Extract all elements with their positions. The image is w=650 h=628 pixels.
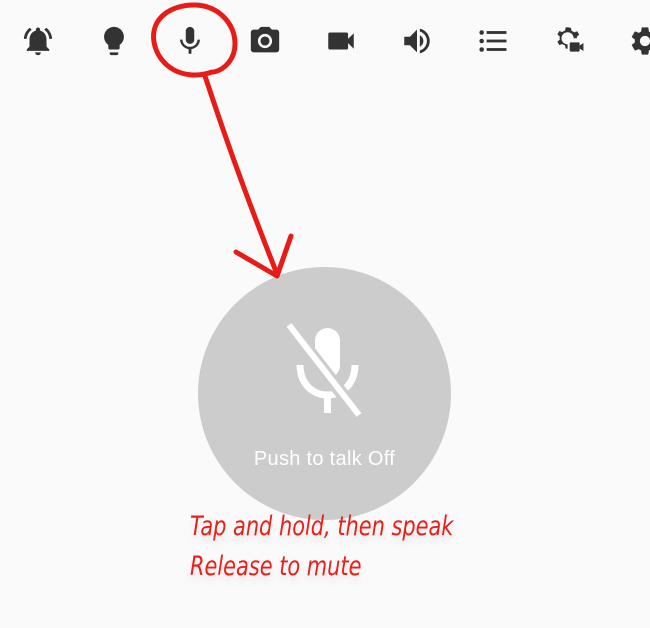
video-button[interactable]	[322, 22, 360, 60]
alarm-bell-icon	[23, 27, 53, 56]
alarm-button[interactable]	[19, 22, 57, 60]
camera-icon	[250, 26, 280, 53]
list-button[interactable]	[474, 22, 512, 60]
annotation-arrow	[202, 73, 280, 277]
push-to-talk-button[interactable]: Push to talk Off	[198, 267, 451, 520]
lightbulb-icon	[104, 26, 124, 56]
list-icon	[479, 30, 507, 52]
snapshot-button[interactable]	[246, 22, 284, 60]
settings-button[interactable]	[626, 22, 650, 60]
toolbar	[0, 0, 650, 84]
video-camera-icon	[328, 32, 354, 50]
microphone-icon	[180, 26, 200, 54]
camera-settings-icon	[557, 27, 584, 52]
push-to-talk-label: Push to talk Off	[253, 448, 396, 470]
volume-button[interactable]	[398, 22, 436, 60]
annotation-line-1: Tap and hold, then speak	[190, 511, 454, 542]
annotation-line-2: Release to mute	[190, 551, 362, 582]
annotation-arrowhead	[233, 233, 294, 279]
microphone-button[interactable]	[171, 22, 209, 60]
microphone-muted-icon	[285, 323, 367, 422]
light-button[interactable]	[95, 22, 133, 60]
camera-settings-button[interactable]	[550, 22, 588, 60]
settings-gear-icon	[631, 27, 650, 55]
volume-icon	[404, 28, 430, 54]
